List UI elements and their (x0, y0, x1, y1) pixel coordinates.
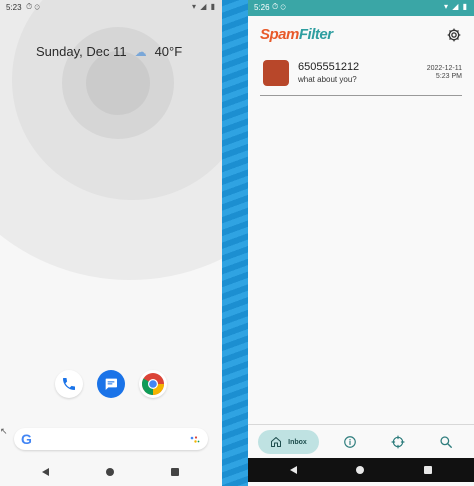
wallpaper-circle-center (86, 51, 150, 115)
message-date: 2022-12-11 (426, 65, 462, 72)
app-title-filter: Filter (298, 26, 333, 43)
gear-icon[interactable] (446, 27, 462, 43)
messages-app-button[interactable] (97, 370, 125, 398)
status-bar: 5:23 ⏱ ⊙ ▾ ◢ ▮ (0, 0, 222, 16)
message-list-item[interactable]: 6505551212 what about you? 2022-12-11 5:… (260, 56, 462, 96)
cloud-snow-icon: ☁ (134, 44, 147, 59)
mouse-cursor-icon: ↖ (0, 426, 8, 436)
status-icons-left: ⏱ ⊙ (26, 2, 40, 11)
sender-avatar (263, 60, 289, 86)
recents-button[interactable] (171, 468, 179, 476)
phone-app-button[interactable] (55, 370, 83, 398)
navigation-bar (248, 458, 474, 482)
status-time: 5:26 (254, 3, 270, 12)
home-button[interactable] (106, 468, 114, 476)
at-a-glance-widget[interactable]: Sunday, Dec 11 ☁ 40°F (36, 44, 182, 59)
status-time: 5:23 (6, 3, 22, 12)
status-icons-right: ▾ ◢ ▮ (443, 2, 468, 11)
status-icons-right: ▾ ◢ ▮ (191, 2, 216, 11)
chrome-icon (142, 373, 164, 395)
google-search-bar[interactable]: G (14, 428, 208, 450)
info-icon[interactable] (343, 435, 357, 449)
chrome-app-button[interactable] (139, 370, 167, 398)
message-time: 5:23 PM (435, 73, 462, 80)
spamfilter-app-screen: 5:26 ⏱ ⊙ ▾ ◢ ▮ SpamFilter 6505551212 wha… (248, 0, 474, 486)
home-screen: 5:23 ⏱ ⊙ ▾ ◢ ▮ Sunday, Dec 11 ☁ 40°F ↖ G (0, 0, 222, 486)
back-button[interactable] (290, 466, 297, 474)
weather-temp: 40°F (154, 44, 183, 59)
navigation-bar (0, 462, 222, 482)
message-preview: what about you? (298, 75, 357, 84)
tab-inbox-label: Inbox (288, 438, 307, 446)
recents-button[interactable] (424, 466, 432, 474)
status-bar: 5:26 ⏱ ⊙ ▾ ◢ ▮ (248, 0, 474, 16)
tab-inbox[interactable]: Inbox (258, 430, 319, 454)
google-assistant-icon[interactable] (190, 435, 200, 445)
wallpaper-divider (222, 0, 248, 486)
target-icon[interactable] (391, 435, 405, 449)
search-icon[interactable] (439, 435, 453, 449)
messages-icon (105, 378, 117, 390)
app-title: SpamFilter (260, 26, 333, 43)
bottom-navigation: Inbox (248, 424, 474, 458)
home-icon (271, 437, 282, 447)
app-dock (0, 370, 222, 400)
phone-icon (63, 378, 75, 390)
back-button[interactable] (42, 468, 49, 476)
message-sender: 6505551212 (298, 61, 360, 73)
google-g-icon: G (21, 431, 32, 447)
home-button[interactable] (356, 466, 364, 474)
app-title-spam: Spam (260, 26, 299, 43)
status-icons-left: ⏱ ⊙ (272, 2, 286, 11)
date-text: Sunday, Dec 11 (36, 44, 127, 59)
